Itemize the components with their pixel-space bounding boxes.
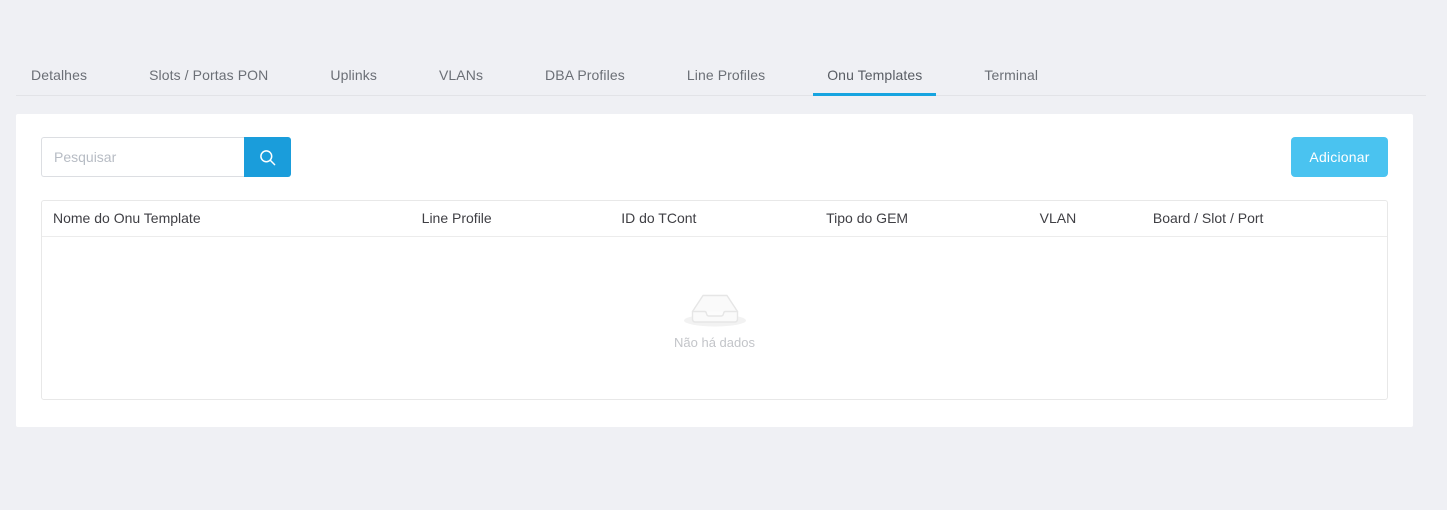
tab-dba-profiles[interactable]: DBA Profiles [545, 67, 625, 96]
tab-onu-templates[interactable]: Onu Templates [827, 67, 922, 96]
tab-slots-portas-pon[interactable]: Slots / Portas PON [149, 67, 268, 96]
tab-terminal[interactable]: Terminal [984, 67, 1038, 96]
column-header-id-do-tcont: ID do TCont [621, 201, 826, 236]
empty-inbox-icon [682, 286, 748, 328]
search-icon [259, 149, 276, 166]
content-card: Adicionar Nome do Onu Template Line Prof… [16, 114, 1413, 427]
table-header-row: Nome do Onu Template Line Profile ID do … [42, 201, 1387, 236]
tab-detalhes[interactable]: Detalhes [31, 67, 87, 96]
table: Nome do Onu Template Line Profile ID do … [42, 201, 1387, 237]
onu-templates-table: Nome do Onu Template Line Profile ID do … [41, 200, 1388, 400]
empty-state-text: Não há dados [674, 335, 755, 350]
tab-vlans[interactable]: VLANs [439, 67, 483, 96]
empty-state: Não há dados [42, 237, 1387, 400]
search-input[interactable] [41, 137, 244, 177]
column-header-board-slot-port: Board / Slot / Port [1153, 201, 1387, 236]
column-header-vlan: VLAN [1040, 201, 1153, 236]
column-header-tipo-do-gem: Tipo do GEM [826, 201, 1040, 236]
search-button[interactable] [244, 137, 291, 177]
add-button[interactable]: Adicionar [1291, 137, 1388, 177]
tab-list: Detalhes Slots / Portas PON Uplinks VLAN… [31, 54, 1038, 96]
column-header-line-profile: Line Profile [422, 201, 622, 236]
tab-line-profiles[interactable]: Line Profiles [687, 67, 765, 96]
tab-uplinks[interactable]: Uplinks [330, 67, 377, 96]
table-toolbar: Adicionar [16, 114, 1413, 200]
tab-bar: Detalhes Slots / Portas PON Uplinks VLAN… [0, 54, 1447, 96]
search-group [41, 137, 291, 177]
table-header: Nome do Onu Template Line Profile ID do … [42, 201, 1387, 236]
column-header-nome-do-onu-template: Nome do Onu Template [42, 201, 422, 236]
